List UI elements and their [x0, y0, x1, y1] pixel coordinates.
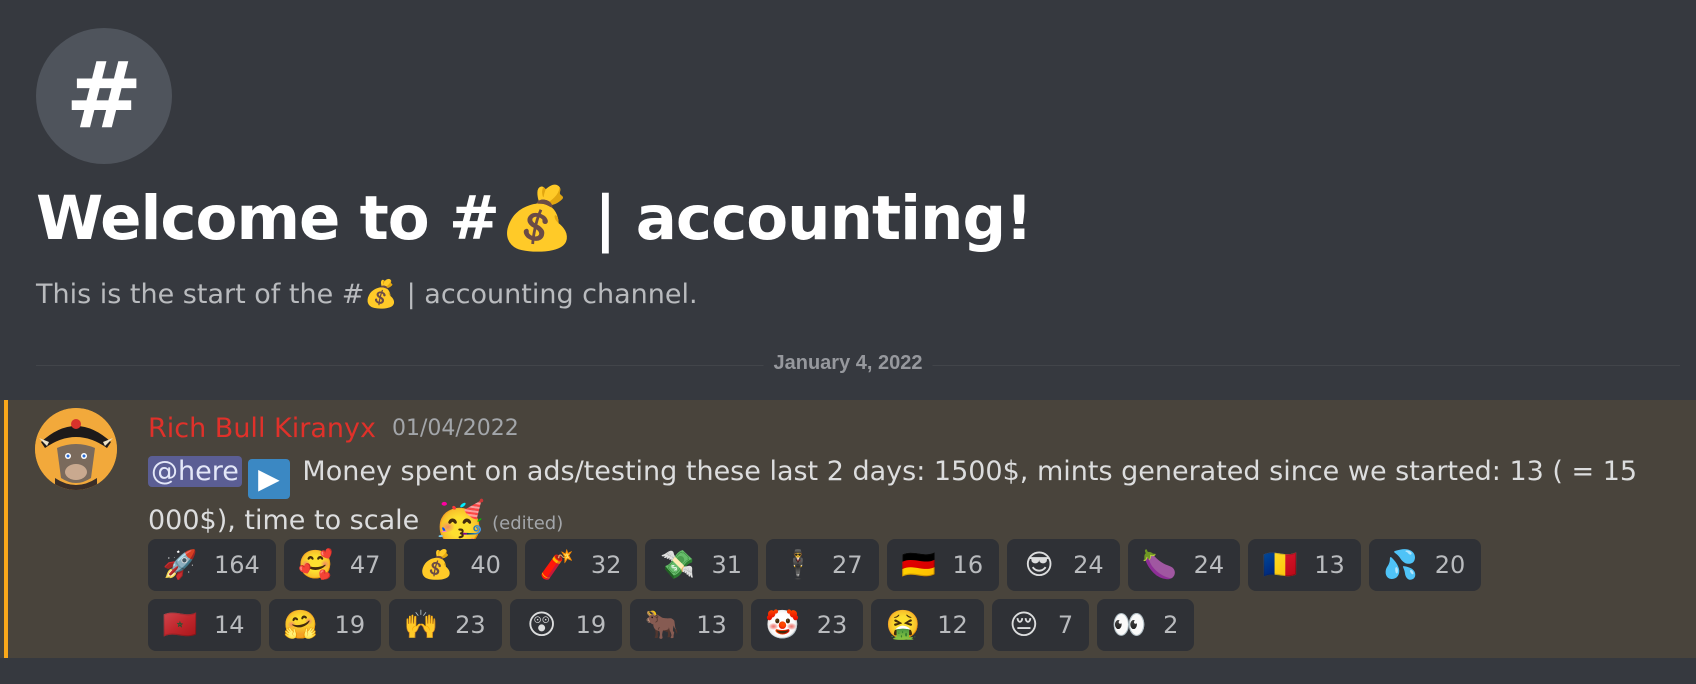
flag-romania-icon: 🇷🇴 — [1262, 549, 1298, 580]
avatar[interactable] — [35, 408, 117, 490]
message[interactable]: Rich Bull Kiranyx 01/04/2022 @here ▶ Mone… — [0, 400, 1696, 658]
money-bag-icon: 💰 — [418, 549, 454, 580]
reaction-count: 31 — [711, 551, 742, 579]
channel-hash-icon: # — [36, 28, 172, 164]
reaction-count: 13 — [1314, 551, 1345, 579]
reaction-diamond-hands[interactable]: 🙌 23 — [389, 599, 502, 651]
reaction-count: 27 — [832, 551, 863, 579]
mention-highlight-bar — [4, 400, 8, 658]
reaction-vomiting[interactable]: 🤮 12 — [871, 599, 984, 651]
reaction-surprised-man[interactable]: 😲 19 — [509, 599, 623, 651]
welcome-subtitle: This is the start of the #💰 | accounting… — [36, 279, 698, 310]
hugging-face-icon: 🤗 — [283, 609, 318, 640]
edited-label: (edited) — [492, 513, 564, 534]
money-with-wings-icon: 💸 — [660, 549, 695, 580]
reaction-count: 13 — [696, 611, 727, 639]
reaction-clown[interactable]: 🤡 23 — [750, 599, 864, 651]
flag-morocco-icon: 🇲🇦 — [162, 609, 198, 640]
message-header: Rich Bull Kiranyx 01/04/2022 — [148, 408, 519, 448]
pensive-face-icon: 😔 — [1009, 609, 1039, 640]
reaction-count: 23 — [816, 611, 848, 639]
reaction-sweat-drops[interactable]: 💦 20 — [1368, 539, 1482, 591]
reaction-flag-germany[interactable]: 🇩🇪 16 — [886, 539, 1000, 591]
reaction-bull[interactable]: 🐂 13 — [630, 599, 743, 651]
vomiting-face-icon: 🤮 — [885, 609, 921, 640]
firecracker-icon: 🧨 — [539, 549, 575, 580]
eggplant-icon: 🍆 — [1142, 549, 1178, 580]
smiling-face-hearts-icon: 🥰 — [298, 549, 334, 580]
chat-view: # Welcome to #💰 | accounting! This is th… — [0, 0, 1696, 684]
surprised-man-icon: 😲 — [527, 609, 557, 640]
reaction-pensive[interactable]: 😔 7 — [991, 599, 1090, 651]
sweat-droplets-icon: 💦 — [1383, 549, 1419, 580]
message-content: @here ▶ Money spent on ads/testing these … — [148, 450, 1648, 546]
reaction-smiling-hearts[interactable]: 🥰 47 — [283, 539, 397, 591]
reaction-eggplant[interactable]: 🍆 24 — [1127, 539, 1241, 591]
reaction-count: 19 — [575, 611, 607, 639]
reaction-count: 12 — [937, 611, 968, 639]
reaction-count: 164 — [214, 551, 260, 579]
message-text: Money spent on ads/testing these last 2 … — [148, 456, 1638, 536]
diamond-hands-icon: 🙌 — [403, 609, 439, 640]
welcome-title: Welcome to #💰 | accounting! — [36, 183, 1033, 254]
message-timestamp[interactable]: 01/04/2022 — [392, 416, 519, 441]
flag-germany-icon: 🇩🇪 — [901, 549, 936, 580]
sunglasses-face-icon: 😎 — [1024, 549, 1054, 580]
reaction-count: 16 — [952, 551, 984, 579]
play-button-emoji: ▶ — [247, 459, 290, 499]
reaction-money-bag[interactable]: 💰 40 — [404, 539, 517, 591]
bull-avatar-icon — [35, 408, 117, 490]
reaction-flag-morocco[interactable]: 🇲🇦 14 — [148, 599, 261, 651]
reaction-count: 7 — [1057, 611, 1074, 639]
stonks-man-icon: 🕴️ — [780, 549, 816, 580]
eyes-icon: 👀 — [1111, 609, 1147, 640]
clown-face-icon: 🤡 — [765, 609, 801, 640]
reaction-hugging[interactable]: 🤗 19 — [268, 599, 382, 651]
reaction-flag-romania[interactable]: 🇷🇴 13 — [1248, 539, 1361, 591]
rocket-icon: 🚀 — [162, 549, 198, 580]
reaction-eyes[interactable]: 👀 2 — [1097, 599, 1195, 651]
reaction-count: 47 — [349, 551, 381, 579]
bull-icon: 🐂 — [644, 609, 680, 640]
date-divider-label: January 4, 2022 — [763, 352, 933, 375]
reaction-firecracker[interactable]: 🧨 32 — [524, 539, 638, 591]
reaction-count: 32 — [590, 551, 622, 579]
reaction-count: 14 — [214, 611, 245, 639]
reaction-rocket[interactable]: 🚀 164 — [148, 539, 276, 591]
reaction-cool-face[interactable]: 😎 24 — [1007, 539, 1120, 591]
reaction-money-wings[interactable]: 💸 31 — [645, 539, 758, 591]
reaction-stonks[interactable]: 🕴️ 27 — [766, 539, 879, 591]
reaction-count: 40 — [470, 551, 501, 579]
reaction-count: 24 — [1193, 551, 1225, 579]
reaction-count: 24 — [1073, 551, 1104, 579]
author-name[interactable]: Rich Bull Kiranyx — [148, 413, 376, 444]
here-mention[interactable]: @here — [148, 456, 242, 487]
reaction-count: 23 — [455, 611, 486, 639]
reaction-count: 20 — [1434, 551, 1466, 579]
reactions-bar: 🚀 164 🥰 47 💰 40 🧨 32 💸 31 🕴️ 27 🇩🇪 16 😎 24 🍆 24 🇷… — [148, 539, 1588, 651]
reaction-count: 19 — [334, 611, 366, 639]
reaction-count: 2 — [1163, 611, 1179, 639]
